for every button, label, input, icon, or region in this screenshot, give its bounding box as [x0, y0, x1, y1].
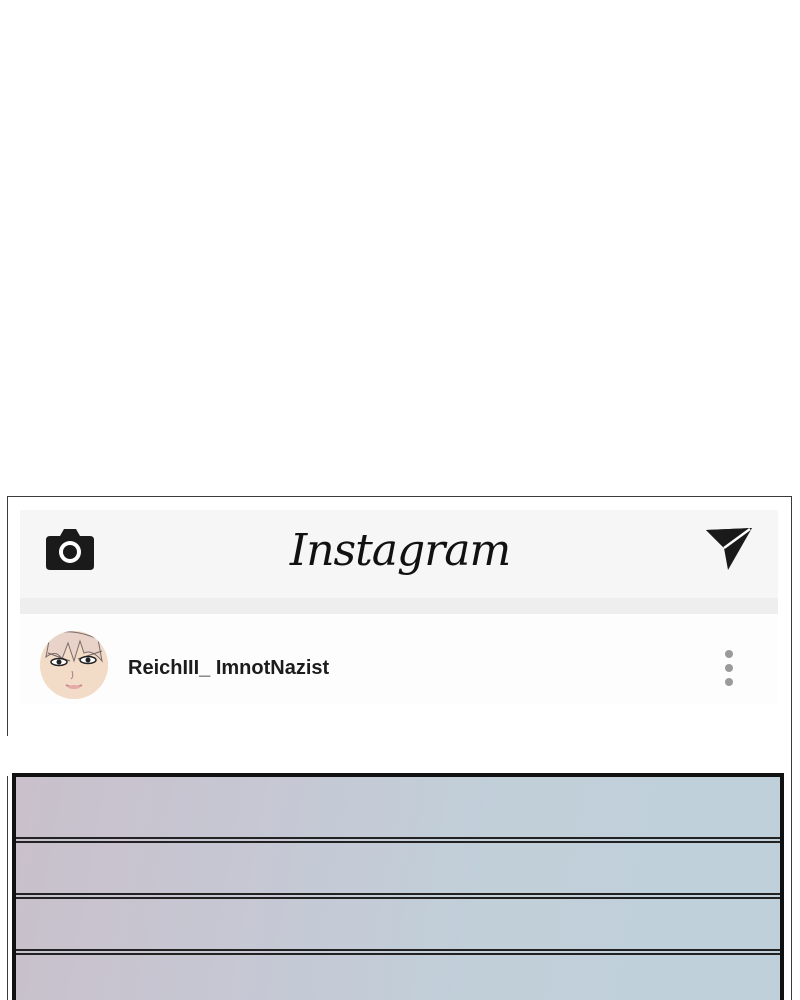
post-username[interactable]: ReichIII_ ImnotNazist: [128, 654, 329, 682]
top-divider: [20, 598, 778, 614]
image-stripe: [16, 893, 780, 899]
post-image[interactable]: [12, 773, 784, 1000]
frame-gap: [0, 736, 12, 776]
more-dot: [725, 650, 733, 658]
camera-button[interactable]: [44, 524, 96, 572]
camera-icon: [46, 529, 94, 570]
send-icon: [706, 527, 752, 570]
page: Instagram ReichIII_ ImnotNazist: [0, 0, 800, 1000]
image-stripe: [16, 837, 780, 843]
app-logo: Instagram: [289, 525, 511, 576]
more-dot: [725, 678, 733, 686]
image-stripe: [16, 949, 780, 955]
more-dot: [725, 664, 733, 672]
avatar[interactable]: [40, 631, 108, 699]
avatar-face-icon: [40, 631, 108, 699]
send-button[interactable]: [702, 524, 756, 572]
more-options-button[interactable]: [716, 646, 742, 690]
